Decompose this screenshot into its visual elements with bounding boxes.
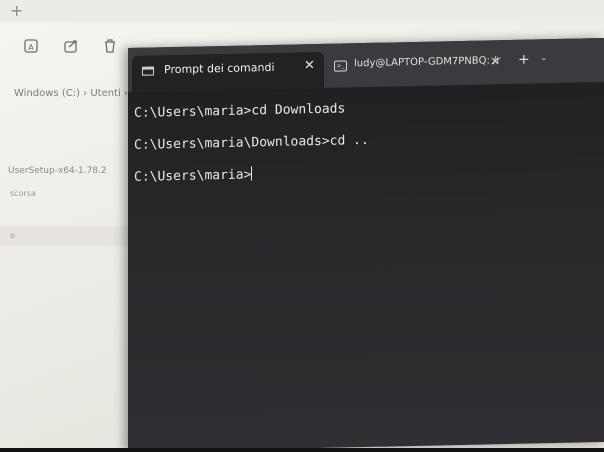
console-output[interactable]: C:\Users\maria>cd Downloads C:\Users\mar… bbox=[134, 94, 604, 200]
close-icon[interactable]: ✕ bbox=[304, 58, 315, 73]
linux-shell-icon: >_ bbox=[334, 60, 347, 72]
rename-icon[interactable]: A bbox=[22, 38, 40, 56]
tab-title: Prompt dei comandi bbox=[164, 60, 275, 77]
explorer-toolbar: A bbox=[0, 30, 140, 66]
close-icon[interactable]: ✕ bbox=[490, 54, 500, 68]
explorer-address-bar[interactable]: Windows (C:) › Utenti › bbox=[14, 88, 128, 99]
explorer-new-tab-button[interactable]: + bbox=[10, 1, 23, 20]
terminal-window[interactable]: Prompt dei comandi ✕ >_ ludy@LAPTOP-GDM7… bbox=[128, 38, 604, 452]
selected-row[interactable] bbox=[0, 226, 140, 246]
selected-row-label: o bbox=[10, 231, 15, 240]
new-tab-button[interactable]: + bbox=[518, 52, 530, 68]
chevron-down-icon[interactable]: ⌄ bbox=[540, 53, 548, 63]
trash-icon[interactable] bbox=[101, 38, 119, 56]
explorer-tab-bar: + bbox=[0, 0, 604, 22]
tab-prompt-dei-comandi[interactable]: Prompt dei comandi ✕ bbox=[132, 51, 324, 92]
file-list-item[interactable]: UserSetup-x64-1.78.2 bbox=[8, 166, 107, 176]
terminal-tab-strip: Prompt dei comandi ✕ >_ ludy@LAPTOP-GDM7… bbox=[128, 38, 604, 92]
svg-text:A: A bbox=[28, 43, 34, 52]
share-icon[interactable] bbox=[62, 38, 80, 56]
screen-bezel bbox=[0, 448, 604, 452]
text-cursor bbox=[251, 166, 253, 181]
cmd-icon bbox=[142, 66, 154, 76]
tab-title: ludy@LAPTOP-GDM7PNBQ: /r bbox=[354, 55, 501, 70]
file-group-header: scorsa bbox=[10, 189, 36, 198]
tab-wsl[interactable]: >_ ludy@LAPTOP-GDM7PNBQ: /r ✕ bbox=[330, 54, 516, 84]
console-prompt: C:\Users\maria> bbox=[134, 167, 252, 185]
